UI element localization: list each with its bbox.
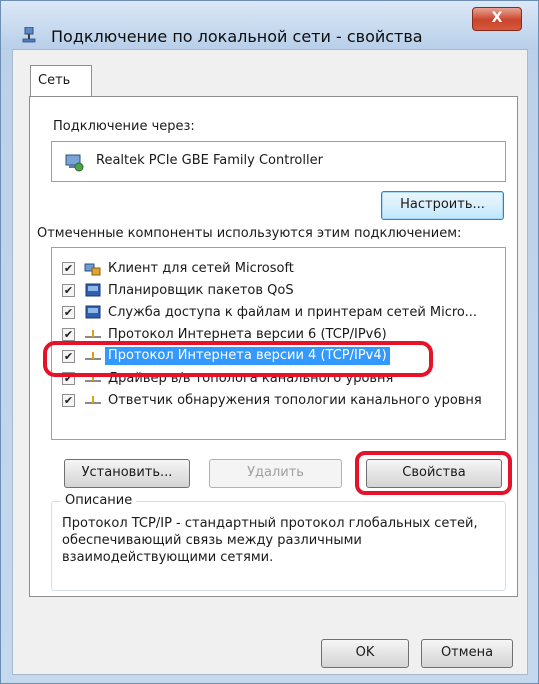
annotation-highlight-properties [355, 451, 512, 495]
checkbox[interactable]: ✔ [62, 284, 75, 297]
title-bar[interactable]: Подключение по локальной сети - свойства… [1, 1, 538, 49]
network-adapter-icon [65, 154, 84, 172]
uninstall-button[interactable]: Удалить [209, 459, 342, 488]
annotation-highlight-ipv4 [43, 341, 433, 377]
cancel-button[interactable]: Отмена [421, 639, 513, 668]
components-label: Отмеченные компоненты используются этим … [37, 226, 462, 241]
ok-button[interactable]: OK [321, 639, 409, 668]
properties-window: Подключение по локальной сети - свойства… [0, 0, 539, 684]
list-item-label: Протокол Интернета версии 6 (TCP/IPv6) [108, 327, 387, 342]
list-item[interactable]: ✔ Служба доступа к файлам и принтерам се… [52, 302, 505, 324]
list-item[interactable]: ✔ Ответчик обнаружения топологии канальн… [52, 390, 505, 412]
description-text: Протокол TCP/IP - стандартный протокол г… [62, 516, 478, 565]
list-item[interactable]: ✔ Планировщик пакетов QoS [52, 280, 505, 302]
window-title: Подключение по локальной сети - свойства [51, 27, 423, 46]
list-item-label: Планировщик пакетов QoS [108, 283, 294, 298]
list-item-label: Ответчик обнаружения топологии канальног… [108, 393, 482, 408]
network-connection-icon [22, 27, 36, 43]
tab-network[interactable]: Сеть [30, 65, 92, 97]
protocol-icon [85, 396, 101, 404]
checkbox[interactable]: ✔ [62, 328, 75, 341]
install-button[interactable]: Установить... [64, 459, 190, 488]
checkbox[interactable]: ✔ [62, 394, 75, 407]
list-item[interactable]: ✔ Клиент для сетей Microsoft [52, 258, 505, 280]
configure-button[interactable]: Настроить... [381, 191, 504, 220]
connect-using-label: Подключение через: [53, 119, 195, 134]
list-item-label: Клиент для сетей Microsoft [108, 261, 294, 276]
checkbox[interactable]: ✔ [62, 262, 75, 275]
close-button[interactable]: X [472, 7, 522, 31]
description-title: Описание [61, 493, 137, 508]
network-service-icon [85, 305, 101, 319]
adapter-name: Realtek PCIe GBE Family Controller [96, 153, 323, 168]
network-service-icon [85, 283, 101, 297]
network-client-icon [84, 263, 101, 276]
list-item-label: Служба доступа к файлам и принтерам сете… [108, 305, 478, 320]
checkbox[interactable]: ✔ [62, 306, 75, 319]
adapter-box: Realtek PCIe GBE Family Controller [51, 141, 506, 182]
